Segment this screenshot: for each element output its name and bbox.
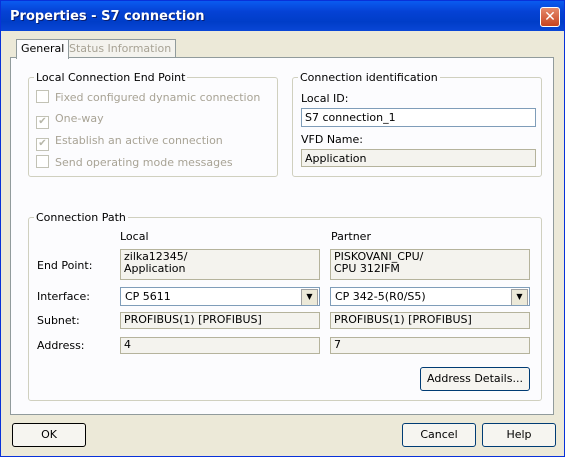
ok-button[interactable]: OK <box>12 423 86 447</box>
checkbox-label: Fixed configured dynamic connection <box>55 91 261 104</box>
local-address-field: 4 <box>120 337 320 354</box>
checkbox-one-way[interactable]: ✔ One-way <box>36 112 104 129</box>
checkbox-fixed-dynamic[interactable]: Fixed configured dynamic connection <box>36 90 260 104</box>
local-subnet-field: PROFIBUS(1) [PROFIBUS] <box>120 312 320 329</box>
checkbox-active-connection[interactable]: ✔ Establish an active connection <box>36 134 223 151</box>
column-header-local: Local <box>120 230 149 243</box>
tab-status-information[interactable]: Status Information <box>64 39 177 58</box>
vfd-name-label: VFD Name: <box>301 133 363 146</box>
local-end-point-field: zilka12345/ Application <box>120 249 320 280</box>
partner-end-point-field: PISKOVANI_CPU/ CPU 312IFM <box>330 249 530 280</box>
address-label: Address: <box>37 339 85 352</box>
close-icon[interactable]: ✕ <box>540 7 560 27</box>
checkbox-box <box>36 155 49 168</box>
partner-address-field: 7 <box>330 337 530 354</box>
checkbox-label: One-way <box>55 112 104 125</box>
connection-id-title: Connection identification <box>298 71 440 84</box>
local-endpoint-title: Local Connection End Point <box>34 71 188 84</box>
partner-interface-value: CP 342-5(R0/S5) <box>335 290 426 303</box>
column-header-partner: Partner <box>331 230 371 243</box>
properties-dialog: Properties - S7 connection ✕ General Sta… <box>0 0 565 457</box>
cancel-button[interactable]: Cancel <box>402 423 476 447</box>
partner-end-point-line-2: CPU 312IFM <box>334 262 400 275</box>
checkbox-label: Send operating mode messages <box>55 156 233 169</box>
checkmark-icon: ✔ <box>36 138 49 151</box>
checkmark-icon: ✔ <box>36 116 49 129</box>
partner-interface-select[interactable]: CP 342-5(R0/S5) ▼ <box>330 287 530 306</box>
address-details-button[interactable]: Address Details... <box>420 367 530 391</box>
interface-label: Interface: <box>37 290 90 303</box>
connection-path-title: Connection Path <box>34 211 128 224</box>
partner-subnet-field: PROFIBUS(1) [PROFIBUS] <box>330 312 530 329</box>
vfd-name-field: Application <box>301 149 536 167</box>
checkbox-label: Establish an active connection <box>55 134 223 147</box>
local-id-label: Local ID: <box>301 92 349 105</box>
end-point-label: End Point: <box>37 259 93 272</box>
checkbox-box <box>36 90 49 103</box>
help-button[interactable]: Help <box>482 423 556 447</box>
subnet-label: Subnet: <box>37 314 80 327</box>
tab-general[interactable]: General <box>16 39 70 59</box>
chevron-down-icon[interactable]: ▼ <box>301 289 318 305</box>
checkbox-operating-mode[interactable]: Send operating mode messages <box>36 155 233 169</box>
local-interface-select[interactable]: CP 5611 ▼ <box>120 287 320 306</box>
chevron-down-icon[interactable]: ▼ <box>511 289 528 305</box>
local-end-point-line-2: Application <box>124 262 186 275</box>
local-id-field[interactable]: S7 connection_1 <box>301 108 536 127</box>
title-bar[interactable]: Properties - S7 connection ✕ <box>1 1 564 31</box>
window-title: Properties - S7 connection <box>10 9 205 24</box>
local-interface-value: CP 5611 <box>125 290 171 303</box>
